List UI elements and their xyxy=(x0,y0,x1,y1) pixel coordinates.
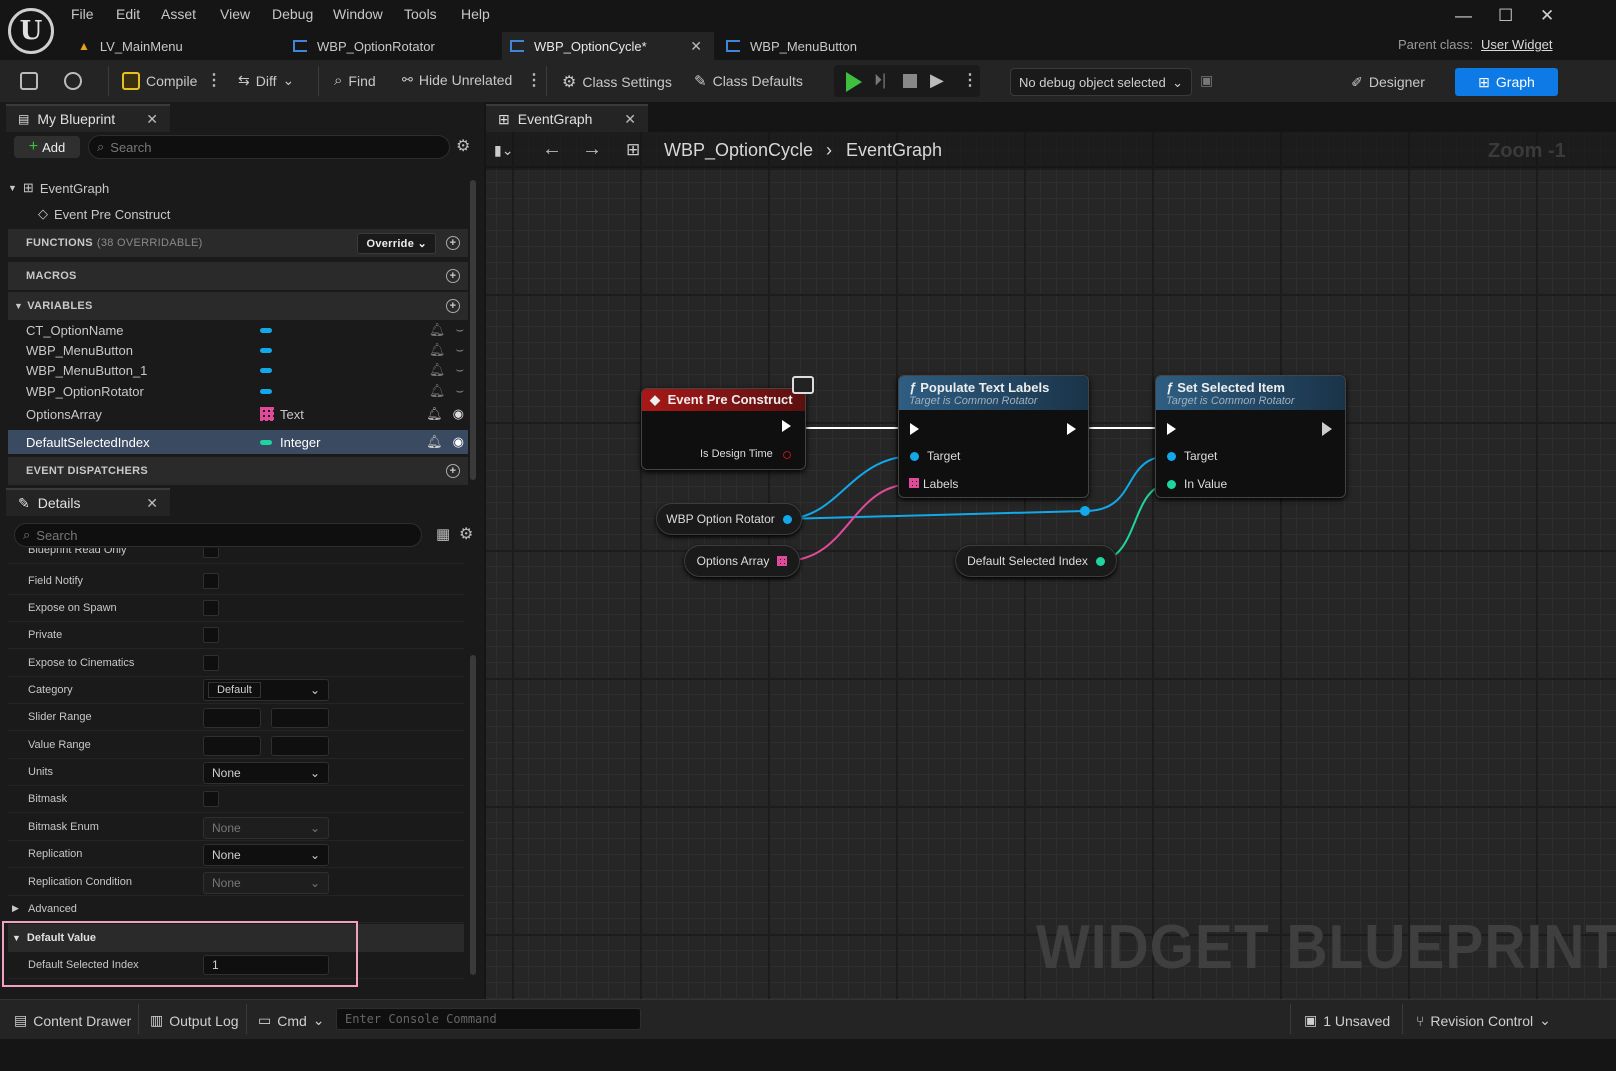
exec-in-pin[interactable] xyxy=(910,423,919,435)
output-log-button[interactable]: ▥ Output Log xyxy=(150,1012,239,1029)
function-icon: ƒ xyxy=(909,380,917,395)
cmd-label: Cmd xyxy=(277,1012,307,1029)
labels-array-pin[interactable] xyxy=(909,478,919,488)
pin-label: Target xyxy=(927,449,961,463)
exec-in-pin[interactable] xyxy=(1167,423,1176,435)
default-selected-index-getter-node[interactable]: Default Selected Index xyxy=(955,545,1117,577)
node-title: Populate Text Labels xyxy=(920,380,1050,395)
in-value-pin[interactable] xyxy=(1167,480,1176,489)
divider xyxy=(1290,1004,1291,1034)
event-pre-construct-node[interactable]: ◆ Event Pre Construct Is Design Time xyxy=(641,388,806,470)
node-header: ƒ Populate Text Labels Target is Common R… xyxy=(899,376,1088,410)
node-title: Set Selected Item xyxy=(1177,380,1285,395)
content-drawer-label: Content Drawer xyxy=(33,1012,132,1029)
node-title: WBP Option Rotator xyxy=(666,512,775,526)
exec-out-pin[interactable] xyxy=(1067,423,1076,435)
bool-out-pin[interactable] xyxy=(783,451,791,459)
branch-icon: ⑂ xyxy=(1416,1012,1425,1029)
output-log-icon: ▥ xyxy=(150,1012,164,1028)
console-command-input[interactable]: Enter Console Command xyxy=(336,1008,641,1030)
exec-out-pin[interactable] xyxy=(1322,422,1332,436)
output-log-label: Output Log xyxy=(169,1012,239,1029)
set-selected-item-node[interactable]: ƒ Set Selected Item Target is Common Rota… xyxy=(1155,375,1346,498)
node-header: ƒ Set Selected Item Target is Common Rota… xyxy=(1156,376,1345,410)
revision-control-label: Revision Control xyxy=(1430,1012,1534,1029)
wire-reroute-node[interactable] xyxy=(1080,506,1090,516)
chevron-down-icon: ⌄ xyxy=(1539,1012,1551,1028)
node-title: Event Pre Construct xyxy=(667,392,793,407)
array-out-pin[interactable] xyxy=(777,556,788,566)
save-status-icon: ▣ xyxy=(1304,1012,1318,1028)
divider xyxy=(246,1004,247,1034)
graph-wires xyxy=(783,427,1171,562)
terminal-icon: ▭ xyxy=(258,1012,272,1028)
object-out-pin[interactable] xyxy=(782,514,792,524)
chevron-down-icon: ⌄ xyxy=(312,1012,325,1028)
exec-out-pin[interactable] xyxy=(782,420,791,432)
node-header: ◆ Event Pre Construct xyxy=(642,389,805,411)
unsaved-button[interactable]: ▣ 1 Unsaved xyxy=(1304,1012,1390,1029)
pin-label: In Value xyxy=(1184,477,1228,491)
pin-label: Is Design Time xyxy=(700,448,773,460)
event-icon: ◆ xyxy=(650,392,660,407)
function-icon: ƒ xyxy=(1166,380,1174,395)
revision-control-button[interactable]: ⑂ Revision Control ⌄ xyxy=(1416,1012,1551,1029)
wbp-option-rotator-getter-node[interactable]: WBP Option Rotator xyxy=(656,503,802,535)
pin-label: Labels xyxy=(923,477,959,491)
pin-label: Target xyxy=(1184,449,1218,463)
options-array-getter-node[interactable]: Options Array xyxy=(684,545,800,577)
node-subtitle: Target is Common Rotator xyxy=(1166,395,1295,407)
cmd-dropdown[interactable]: ▭ Cmd ⌄ xyxy=(258,1012,325,1029)
node-title: Default Selected Index xyxy=(967,554,1088,568)
content-drawer-button[interactable]: ▤ Content Drawer xyxy=(14,1012,131,1029)
target-pin[interactable] xyxy=(910,452,919,461)
integer-out-pin[interactable] xyxy=(1095,556,1105,566)
editor-only-icon xyxy=(792,376,814,394)
node-title: Options Array xyxy=(696,554,770,568)
divider xyxy=(138,1004,139,1034)
array-wire xyxy=(783,483,914,562)
target-pin[interactable] xyxy=(1167,452,1176,461)
divider xyxy=(1402,1004,1403,1034)
node-subtitle: Target is Common Rotator xyxy=(909,395,1038,407)
populate-text-labels-node[interactable]: ƒ Populate Text Labels Target is Common R… xyxy=(898,375,1089,498)
content-drawer-icon: ▤ xyxy=(14,1012,28,1028)
unsaved-label: 1 Unsaved xyxy=(1323,1012,1391,1029)
